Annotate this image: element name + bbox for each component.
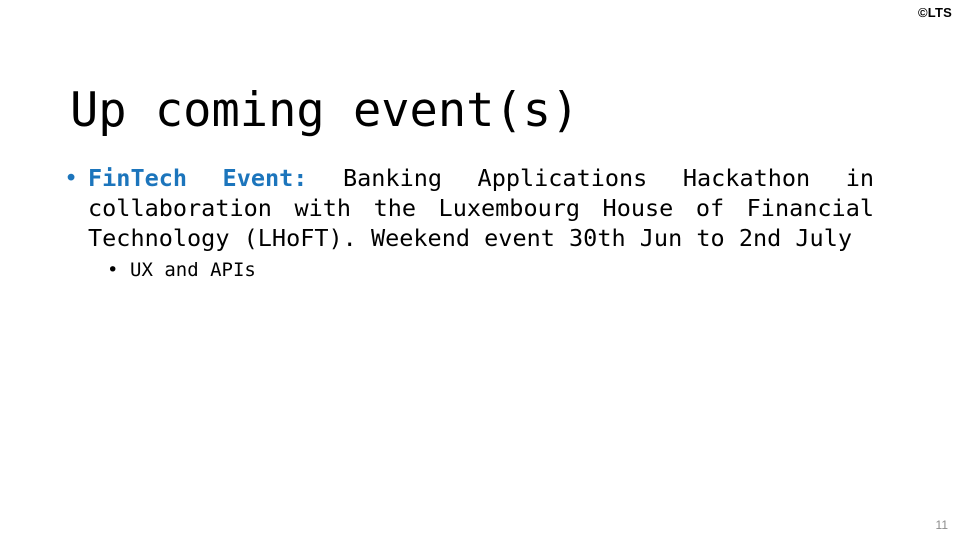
- list-item-lead-label: FinTech Event:: [88, 164, 308, 192]
- slide-canvas: ©LTS Up coming event(s) • FinTech Event: …: [0, 0, 960, 540]
- page-title: Up coming event(s): [70, 83, 580, 139]
- list-item: • UX and APIs: [62, 257, 874, 283]
- copyright-notice: ©LTS: [918, 5, 952, 20]
- page-number: 11: [935, 518, 948, 532]
- bullet-marker-icon: •: [107, 259, 119, 281]
- list-item-body: UX and APIs: [130, 259, 256, 281]
- bullet-marker-icon: •: [64, 164, 79, 192]
- list-item-spacer: [307, 164, 343, 192]
- list-item: • FinTech Event: Banking Applications Hac…: [62, 163, 874, 253]
- slide-body: • FinTech Event: Banking Applications Hac…: [62, 163, 874, 283]
